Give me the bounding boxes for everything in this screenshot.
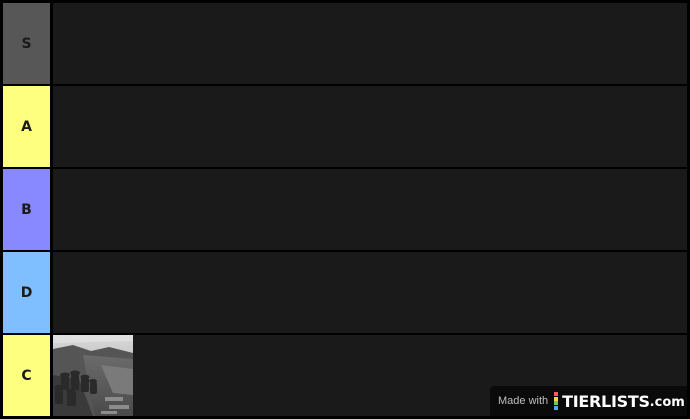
tier-dropzone-s[interactable] (53, 3, 687, 84)
tier-label-d[interactable]: D (3, 252, 50, 333)
tier-dropzone-b[interactable] (53, 169, 687, 250)
tier-label-s[interactable]: S (3, 3, 50, 84)
tier-row-b: B (0, 169, 690, 250)
tier-row-d: D (0, 252, 690, 333)
watermark-brand: TIERLISTS (562, 391, 650, 411)
tier-dropzone-d[interactable] (53, 252, 687, 333)
tierlists-watermark[interactable]: Made with TIERLISTS .com (490, 386, 687, 416)
tier-dropzone-a[interactable] (53, 86, 687, 167)
watermark-tld: .com (649, 395, 685, 410)
tier-label-a[interactable]: A (3, 86, 50, 167)
tier-row-a: A (0, 86, 690, 167)
tier-list: S A B D C Made with TIERLISTS .com (0, 0, 690, 419)
tier-label-b[interactable]: B (3, 169, 50, 250)
trench-soldiers-photo-icon (53, 335, 133, 416)
tier-item-trench-photo[interactable] (53, 335, 133, 416)
tier-row-s: S (0, 3, 690, 84)
tier-label-c[interactable]: C (3, 335, 50, 416)
watermark-made-with: Made with (498, 395, 549, 407)
tierlists-logo-icon (554, 392, 559, 410)
